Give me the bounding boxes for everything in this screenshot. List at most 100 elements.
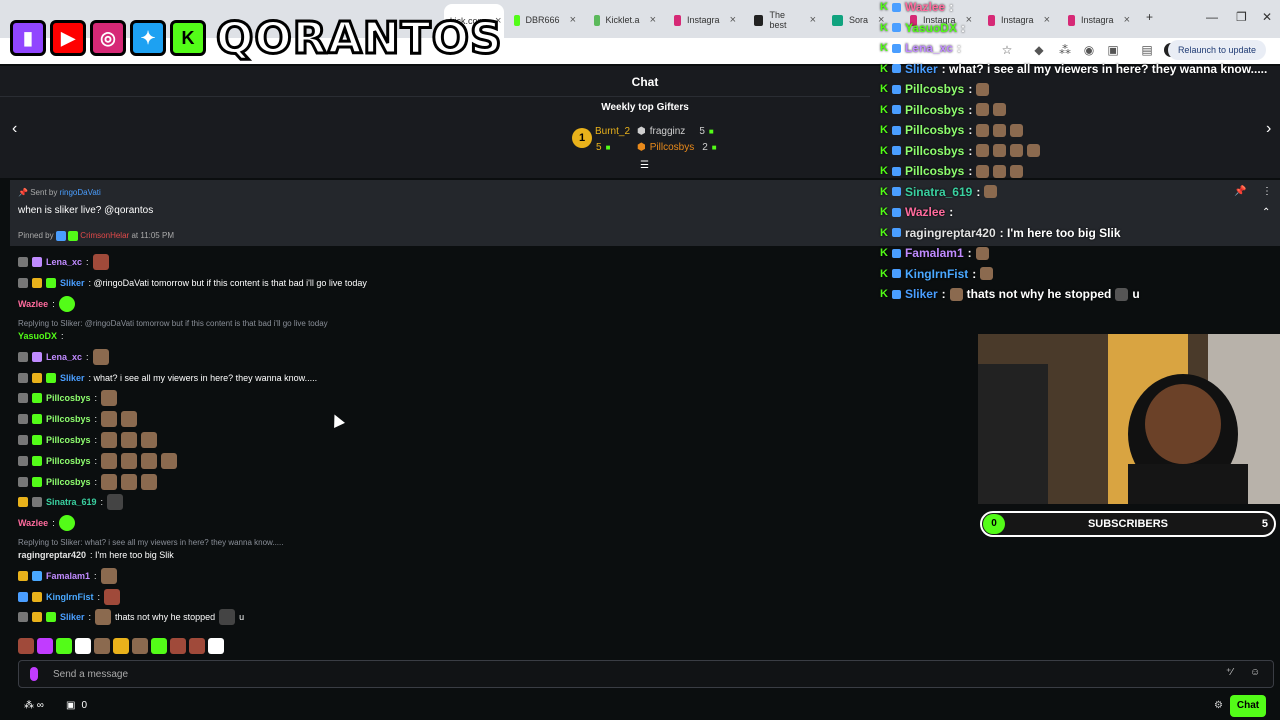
chat-username[interactable]: Sinatra_619 xyxy=(46,497,97,507)
chat-text: : xyxy=(52,299,55,309)
relaunch-button[interactable]: Relaunch to update xyxy=(1167,40,1266,60)
overlay-chat-line: K Pillcosbys: xyxy=(880,161,1024,181)
sent-by-user[interactable]: ringoDaVati xyxy=(60,188,101,197)
emote-shortcut[interactable] xyxy=(208,638,224,654)
quick-emote-icon[interactable]: ⁺⁄ xyxy=(1226,667,1233,678)
browser-tab[interactable]: Instagra × xyxy=(668,6,742,34)
chat-username[interactable]: YasuoDX xyxy=(18,331,57,341)
chevron-right-icon[interactable]: › xyxy=(1266,120,1271,138)
chat-username[interactable]: Sliker xyxy=(60,278,85,288)
chat-username[interactable]: Wazlee xyxy=(18,299,48,309)
chat-message[interactable]: Pillcosbys: xyxy=(18,390,118,406)
gifter-1[interactable]: Burnt_2 xyxy=(595,126,630,137)
browser-tab[interactable]: DBR666 × xyxy=(508,6,582,34)
chat-username[interactable]: Pillcosbys xyxy=(46,393,91,403)
emote-shortcut[interactable] xyxy=(151,638,167,654)
overlay-chat-line: K Lena_xc: xyxy=(880,38,961,58)
chat-message[interactable]: Famalam1: xyxy=(18,568,117,584)
close-tab-icon[interactable]: × xyxy=(966,14,972,26)
chat-username[interactable]: KingIrnFist xyxy=(46,592,94,602)
chat-username[interactable]: Lena_xc xyxy=(46,352,82,362)
browser-tab[interactable]: Kicklet.a × xyxy=(588,6,662,34)
chat-message[interactable]: Pillcosbys: xyxy=(18,411,138,427)
chat-message[interactable]: Sliker: thats not why he stopped u xyxy=(18,609,244,625)
chevron-left-icon[interactable]: ‹ xyxy=(12,120,17,138)
emote-shortcut[interactable] xyxy=(56,638,72,654)
chat-message[interactable]: Pillcosbys: xyxy=(18,432,158,448)
browser-tab[interactable]: Instagra × xyxy=(1062,6,1136,34)
chat-message[interactable]: YasuoDX: xyxy=(18,328,64,344)
settings-icon[interactable]: ⚙ xyxy=(1214,700,1223,711)
emote-shortcut[interactable] xyxy=(94,638,110,654)
reply-context[interactable]: Replying to Sliker: what? i see all my v… xyxy=(18,538,283,547)
send-chat-button[interactable]: Chat xyxy=(1230,695,1266,717)
close-tab-icon[interactable]: × xyxy=(730,14,736,26)
emote-shortcut[interactable] xyxy=(18,638,34,654)
audio-icon[interactable]: ◉ xyxy=(1082,43,1096,57)
pinned-by-user[interactable]: CrimsonHelar xyxy=(80,231,129,240)
close-tab-icon[interactable]: × xyxy=(1044,14,1050,26)
more-icon[interactable]: ⋮ xyxy=(1262,186,1272,197)
close-tab-icon[interactable]: × xyxy=(570,14,576,26)
reply-context[interactable]: Replying to Sliker: @ringoDaVati tomorro… xyxy=(18,319,328,328)
emoji-icon[interactable]: ☺ xyxy=(1250,667,1260,678)
gifter-2[interactable]: ⬢ fragginz 5 ■ xyxy=(637,126,714,137)
chat-message[interactable]: Sinatra_619: xyxy=(18,494,124,510)
close-tab-icon[interactable]: × xyxy=(1124,14,1130,26)
chat-message[interactable]: Sliker: what? i see all my viewers in he… xyxy=(18,370,317,386)
new-tab-button[interactable]: + xyxy=(1146,10,1153,24)
user-badge xyxy=(18,497,28,507)
chat-message[interactable]: Lena_xc: xyxy=(18,254,109,270)
restore-icon[interactable]: ❐ xyxy=(1236,10,1247,24)
chat-username[interactable]: Pillcosbys xyxy=(46,414,91,424)
emote xyxy=(101,474,118,490)
puzzle-icon[interactable]: ▣ xyxy=(1106,43,1120,57)
chat-message[interactable]: Wazlee: xyxy=(18,515,75,531)
browser-tab[interactable]: The best × xyxy=(748,6,822,34)
close-window-icon[interactable]: ✕ xyxy=(1262,10,1272,24)
emote-shortcut[interactable] xyxy=(170,638,186,654)
overlay-text: : xyxy=(949,0,954,14)
chat-username[interactable]: Pillcosbys xyxy=(46,456,91,466)
gifter-3[interactable]: ⬢ Pillcosbys 2 ■ xyxy=(637,142,717,153)
chat-message[interactable]: KingIrnFist: xyxy=(18,589,121,605)
chat-username[interactable]: Sliker xyxy=(60,612,85,622)
emote-shortcut[interactable] xyxy=(75,638,91,654)
chat-username[interactable]: Famalam1 xyxy=(46,571,90,581)
sidebar-icon[interactable]: ▤ xyxy=(1140,43,1154,57)
chat-username[interactable]: Sliker xyxy=(60,373,85,383)
minimize-icon[interactable]: — xyxy=(1206,10,1218,24)
message-input[interactable]: Send a message xyxy=(18,660,1274,688)
chat-message[interactable]: Wazlee: xyxy=(18,296,75,312)
kick-points-icon[interactable]: ⁂ ∞ xyxy=(24,700,44,711)
chat-username[interactable]: Lena_xc xyxy=(46,257,82,267)
chat-message[interactable]: Sliker: @ringoDaVati tomorrow but if thi… xyxy=(18,275,367,291)
chat-username[interactable]: Pillcosbys xyxy=(46,477,91,487)
extension-icon[interactable]: ◆ xyxy=(1032,43,1046,57)
chat-message[interactable]: Lena_xc: xyxy=(18,349,109,365)
mic-icon[interactable] xyxy=(30,667,38,681)
emote-shortcut[interactable] xyxy=(113,638,129,654)
collapse-icon[interactable]: ☰ xyxy=(640,160,649,171)
chat-username[interactable]: ragingreptar420 xyxy=(18,550,86,560)
chat-username[interactable]: Wazlee xyxy=(18,518,48,528)
chat-message[interactable]: Pillcosbys: xyxy=(18,453,178,469)
translate-icon[interactable]: ⁂ xyxy=(1058,43,1072,57)
kick-icon: K xyxy=(880,21,888,34)
close-tab-icon[interactable]: × xyxy=(650,14,656,26)
emote-shortcut[interactable] xyxy=(132,638,148,654)
close-tab-icon[interactable]: × xyxy=(810,14,816,26)
chat-message[interactable]: ragingreptar420: I'm here too big Slik xyxy=(18,547,174,563)
overlay-text: u xyxy=(1132,287,1140,301)
gift-counter[interactable]: ▣ 0 xyxy=(66,700,87,711)
chat-message[interactable]: Pillcosbys: xyxy=(18,474,158,490)
chevron-up-icon[interactable]: ⌃ xyxy=(1262,207,1270,218)
chat-username[interactable]: Pillcosbys xyxy=(46,435,91,445)
unpin-icon[interactable]: 📌 xyxy=(1234,186,1246,197)
youtube-icon: ▶ xyxy=(50,20,86,56)
browser-tab[interactable]: Instagra × xyxy=(982,6,1056,34)
gifter-1-count: 5 ■ xyxy=(596,142,610,153)
emote-shortcut[interactable] xyxy=(189,638,205,654)
bookmark-star-icon[interactable]: ☆ xyxy=(1000,43,1014,57)
emote-shortcut[interactable] xyxy=(37,638,53,654)
